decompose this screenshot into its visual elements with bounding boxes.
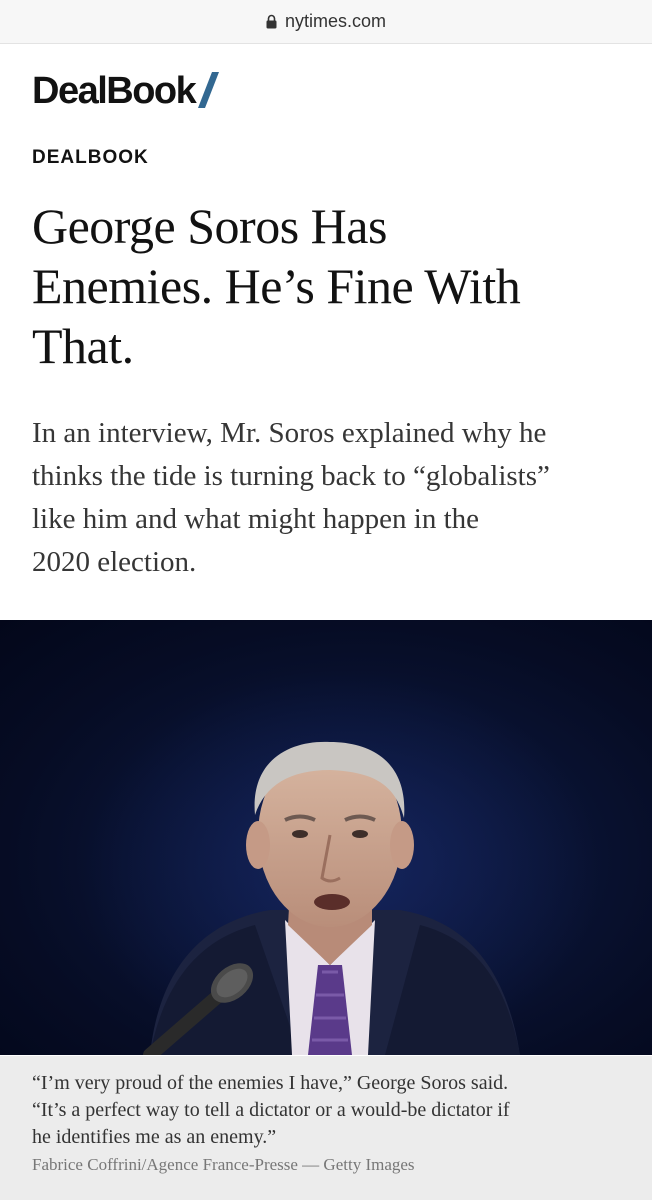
photo-illustration bbox=[80, 670, 600, 1055]
browser-address-bar[interactable]: nytimes.com bbox=[0, 0, 652, 44]
article-summary: In an interview, Mr. Soros explained why… bbox=[32, 412, 632, 584]
article-headline: George Soros Has Enemies. He’s Fine With… bbox=[32, 196, 632, 376]
photo-credit: Fabrice Coffrini/Agence France-Presse — … bbox=[32, 1155, 415, 1174]
url-text: nytimes.com bbox=[284, 11, 387, 31]
caption-line: “It’s a perfect way to tell a dictator o… bbox=[32, 1099, 510, 1121]
headline-line: George Soros Has bbox=[32, 198, 387, 254]
section-kicker[interactable]: DEALBOOK bbox=[32, 147, 149, 169]
summary-line: thinks the tide is turning back to “glob… bbox=[32, 460, 550, 492]
logo-slash-icon bbox=[198, 72, 220, 108]
summary-line: like him and what might happen in the bbox=[32, 503, 479, 535]
article-photo[interactable] bbox=[0, 620, 652, 1055]
summary-line: 2020 election. bbox=[32, 546, 197, 578]
headline-line: That. bbox=[32, 318, 134, 374]
dealbook-masthead[interactable]: DealBook bbox=[32, 70, 221, 110]
summary-line: In an interview, Mr. Soros explained why… bbox=[32, 417, 547, 449]
caption-text: “I’m very proud of the enemies I have,” … bbox=[32, 1070, 620, 1151]
caption-line: “I’m very proud of the enemies I have,” … bbox=[32, 1072, 509, 1094]
headline-line: Enemies. He’s Fine With bbox=[32, 258, 521, 314]
caption-line: he identifies me as an enemy.” bbox=[32, 1126, 277, 1148]
photo-caption: “I’m very proud of the enemies I have,” … bbox=[0, 1056, 652, 1200]
dealbook-logo: DealBook bbox=[32, 70, 197, 112]
lock-icon bbox=[266, 14, 277, 29]
